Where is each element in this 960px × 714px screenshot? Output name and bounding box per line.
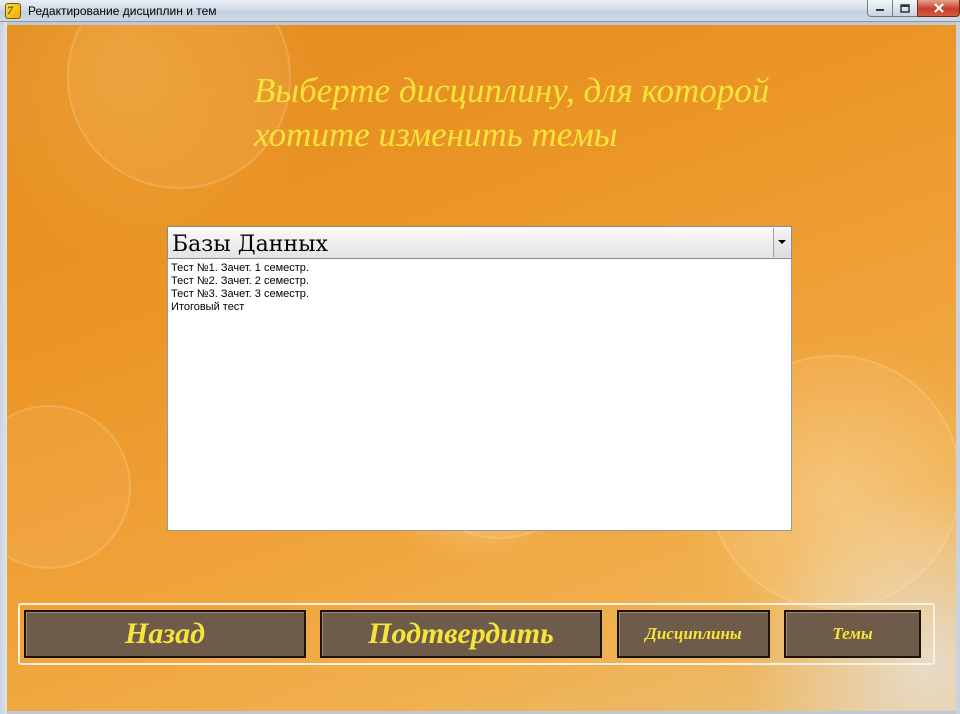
disciplines-button[interactable]: Дисциплины bbox=[617, 610, 770, 658]
confirm-button[interactable]: Подтвердить bbox=[320, 610, 602, 658]
discipline-combobox[interactable]: Базы Данных bbox=[167, 226, 792, 259]
window-title: Редактирование дисциплин и тем bbox=[28, 4, 217, 18]
close-icon bbox=[933, 3, 944, 13]
topics-button[interactable]: Темы bbox=[784, 610, 921, 658]
list-item[interactable]: Тест №1. Зачет. 1 семестр. bbox=[171, 262, 791, 275]
title-bar[interactable]: 7 Редактирование дисциплин и тем bbox=[0, 0, 960, 22]
window-frame-right bbox=[956, 22, 960, 714]
combobox-selected-value: Базы Данных bbox=[172, 232, 329, 257]
background-bokeh bbox=[7, 405, 131, 569]
page-heading: Выберте дисциплину, для которой хотите и… bbox=[254, 69, 894, 157]
list-item[interactable]: Тест №2. Зачет. 2 семестр. bbox=[171, 275, 791, 288]
heading-line-2: хотите изменить темы bbox=[254, 115, 618, 154]
combobox-dropdown-button[interactable] bbox=[773, 228, 790, 257]
list-item[interactable]: Итоговый тест bbox=[171, 301, 791, 314]
chevron-down-icon bbox=[778, 240, 786, 244]
minimize-button[interactable] bbox=[867, 0, 893, 17]
minimize-icon bbox=[876, 9, 884, 11]
back-button[interactable]: Назад bbox=[24, 610, 306, 658]
window-client-area: Выберте дисциплину, для которой хотите и… bbox=[7, 25, 956, 711]
window-frame-left bbox=[0, 22, 7, 714]
app-icon: 7 bbox=[5, 3, 21, 19]
maximize-icon bbox=[900, 3, 910, 13]
list-item[interactable]: Тест №3. Зачет. 3 семестр. bbox=[171, 288, 791, 301]
heading-line-1: Выберте дисциплину, для которой bbox=[254, 71, 770, 110]
topics-listbox[interactable]: Тест №1. Зачет. 1 семестр. Тест №2. Заче… bbox=[167, 259, 792, 531]
maximize-button[interactable] bbox=[892, 0, 918, 17]
close-button[interactable] bbox=[917, 0, 960, 17]
